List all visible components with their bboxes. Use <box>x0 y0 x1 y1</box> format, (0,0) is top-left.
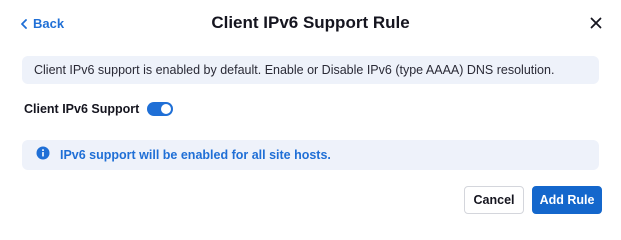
client-ipv6-rule-dialog: Back Client IPv6 Support Rule Client IPv… <box>0 0 621 230</box>
description-notice: Client IPv6 support is enabled by defaul… <box>22 56 599 84</box>
cancel-button[interactable]: Cancel <box>464 186 524 214</box>
info-banner: IPv6 support will be enabled for all sit… <box>22 140 599 170</box>
toggle-knob <box>161 104 172 114</box>
ipv6-support-label: Client IPv6 Support <box>24 102 140 116</box>
dialog-header: Back Client IPv6 Support Rule <box>0 0 621 46</box>
info-icon <box>36 146 50 165</box>
dialog-title: Client IPv6 Support Rule <box>211 13 410 32</box>
add-rule-button[interactable]: Add Rule <box>532 186 602 214</box>
ipv6-support-field: Client IPv6 Support <box>24 102 174 116</box>
close-icon <box>587 17 605 36</box>
info-text: IPv6 support will be enabled for all sit… <box>60 148 331 162</box>
close-button[interactable] <box>587 14 605 32</box>
ipv6-support-toggle[interactable] <box>147 102 174 116</box>
